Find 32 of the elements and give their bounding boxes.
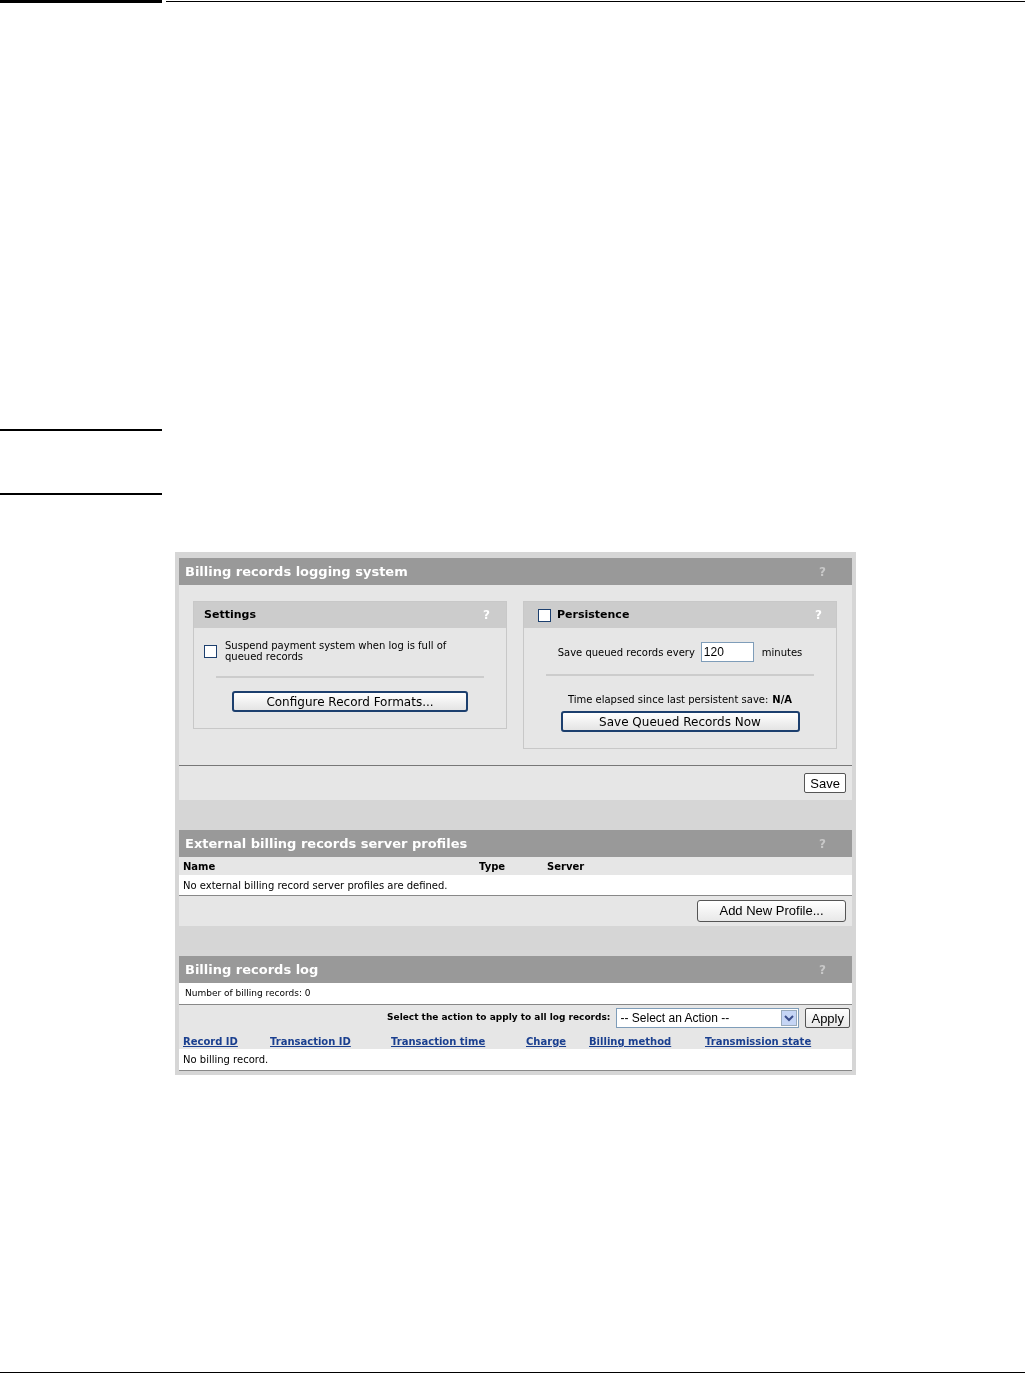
column-header: Server: [547, 859, 586, 874]
checkbox[interactable]: [538, 608, 551, 622]
section-title: Settings: [204, 606, 256, 623]
column-header-link[interactable]: Billing method: [589, 1036, 672, 1047]
column-header-link[interactable]: Record ID: [183, 1036, 238, 1047]
configure-button[interactable]: Configure Record Formats...: [232, 691, 468, 712]
column-header: Name: [183, 859, 217, 874]
empty-message: No external billing record server profiles are defined.: [183, 878, 448, 893]
checkbox[interactable]: [204, 644, 217, 658]
column-header-link[interactable]: Charge: [526, 1036, 567, 1047]
panel-title: External billing records server profiles: [185, 834, 468, 853]
column-header-link[interactable]: Transmission state: [705, 1036, 812, 1047]
panel-title: Billing records logging system: [185, 562, 408, 581]
action-select[interactable]: -- Select an Action --: [616, 1008, 800, 1028]
panel-title: Billing records log: [185, 960, 319, 979]
interval-unit: minutes: [761, 645, 803, 660]
section-title: Persistence: [557, 606, 630, 623]
empty-message: No billing record.: [183, 1053, 269, 1067]
apply-button[interactable]: Apply: [805, 1008, 850, 1028]
column-header-link[interactable]: Transaction ID: [270, 1036, 351, 1047]
record-count: Number of billing records: 0: [185, 986, 311, 1000]
checkbox-label: Suspend payment system when log is full of queued records: [225, 640, 448, 662]
column-header-link[interactable]: Transaction time: [391, 1036, 486, 1047]
save-button[interactable]: Save: [804, 773, 846, 793]
action-label: Select the action to apply to all log records:: [387, 1011, 611, 1025]
save-now-button[interactable]: Save Queued Records Now: [560, 711, 800, 732]
add-profile-button[interactable]: Add New Profile...: [697, 900, 846, 922]
column-header: Type: [479, 859, 507, 874]
interval-label: Save queued records every: [557, 645, 695, 660]
interval-input[interactable]: 120: [700, 642, 754, 662]
elapsed-label: Time elapsed since last persistent save:: [567, 693, 769, 707]
elapsed-value: N/A: [772, 693, 793, 707]
